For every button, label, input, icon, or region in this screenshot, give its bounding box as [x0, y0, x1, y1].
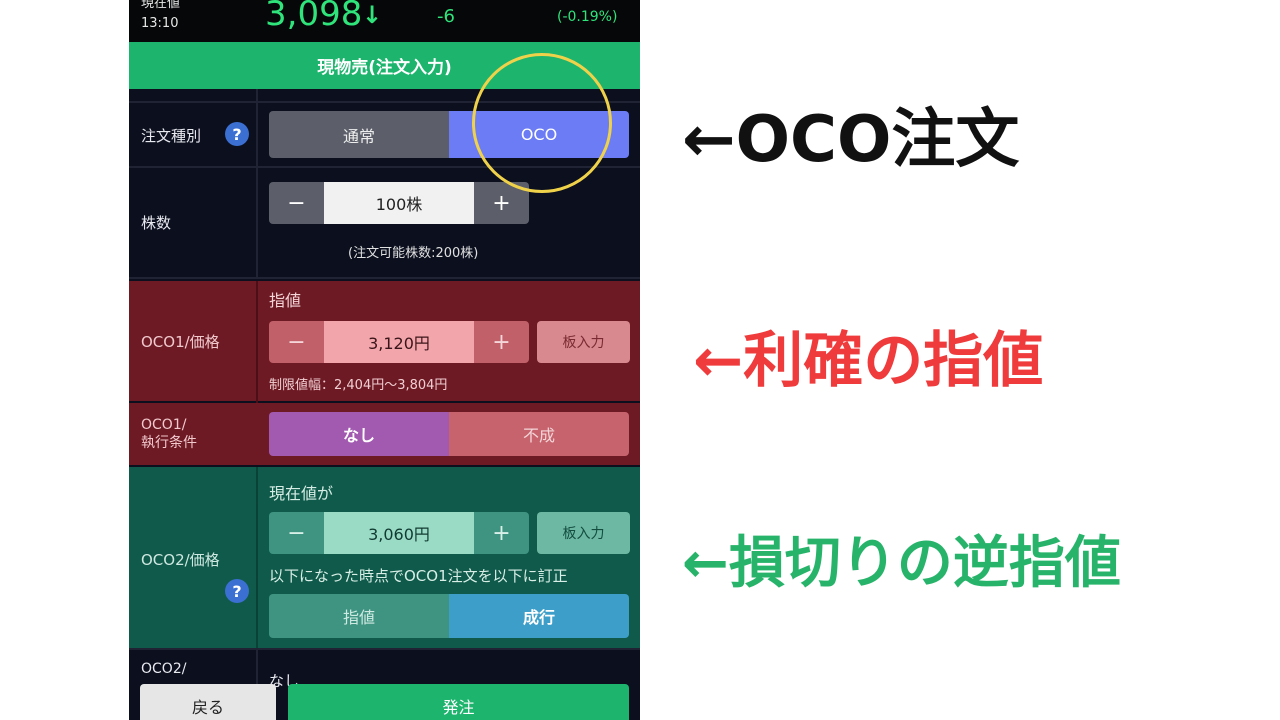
- oco1-plus-button[interactable]: +: [474, 321, 529, 363]
- annotation-oco: ←OCO注文: [682, 103, 1020, 177]
- price-header: 現在値 13:10 3,098 ↓ -6 (-0.19%): [129, 0, 640, 42]
- phone-screen: 現在値 13:10 3,098 ↓ -6 (-0.19%) 現物売(注文入力) …: [129, 0, 640, 720]
- help-icon[interactable]: ?: [225, 579, 249, 603]
- order-type-normal[interactable]: 通常: [269, 111, 449, 158]
- quantity-available: (注文可能株数:200株): [348, 246, 479, 261]
- oco1-condition-label-line1: OCO1/: [141, 417, 187, 433]
- oco2-price-input[interactable]: 3,060円: [324, 512, 474, 554]
- oco2-condition-label: OCO2/: [141, 661, 187, 677]
- order-type-label: 注文種別: [141, 127, 202, 145]
- divider: [256, 467, 258, 648]
- oco2-price-note: 以下になった時点でOCO1注文を以下に訂正: [269, 567, 568, 585]
- submit-order-button[interactable]: 発注: [288, 684, 629, 720]
- oco2-type-limit[interactable]: 指値: [269, 594, 449, 638]
- divider: [256, 89, 258, 279]
- oco1-minus-button[interactable]: −: [269, 321, 324, 363]
- quantity-minus-button[interactable]: −: [269, 182, 324, 224]
- oco1-price-input[interactable]: 3,120円: [324, 321, 474, 363]
- help-icon[interactable]: ?: [225, 122, 249, 146]
- quantity-input[interactable]: 100株: [324, 182, 474, 224]
- annotation-take-profit: ←利確の指値: [693, 326, 1044, 396]
- oco1-condition-label: OCO1/ 執行条件: [141, 416, 197, 452]
- oco2-minus-button[interactable]: −: [269, 512, 324, 554]
- divider: [129, 277, 640, 279]
- oco1-price-label: OCO1/価格: [141, 333, 220, 351]
- oco2-price-label: OCO2/価格: [141, 551, 220, 569]
- oco2-plus-button[interactable]: +: [474, 512, 529, 554]
- price-change-pct: (-0.19%): [557, 9, 618, 25]
- oco1-condition-label-line2: 執行条件: [141, 435, 197, 451]
- price-change: -6: [437, 6, 455, 27]
- annotation-stop-loss: ←損切りの逆指値: [682, 531, 1121, 596]
- back-button[interactable]: 戻る: [140, 684, 276, 720]
- current-price: 3,098: [265, 0, 363, 34]
- oco1-price-heading: 指値: [269, 291, 302, 310]
- arrow-down-icon: ↓: [362, 1, 383, 29]
- price-time: 13:10: [141, 16, 179, 31]
- oco1-condition-none[interactable]: なし: [269, 412, 449, 456]
- oco1-price-limit: 制限値幅：2,404円〜3,804円: [269, 378, 448, 393]
- price-label: 現在値: [141, 0, 181, 11]
- oco2-type-market[interactable]: 成行: [449, 594, 629, 638]
- oco1-board-button[interactable]: 板入力: [537, 321, 630, 363]
- oco1-condition-funari[interactable]: 不成: [449, 412, 629, 456]
- oco2-board-button[interactable]: 板入力: [537, 512, 630, 554]
- oco2-price-heading: 現在値が: [269, 484, 334, 503]
- quantity-label: 株数: [141, 214, 172, 232]
- divider: [129, 648, 640, 650]
- highlight-circle: [472, 53, 612, 193]
